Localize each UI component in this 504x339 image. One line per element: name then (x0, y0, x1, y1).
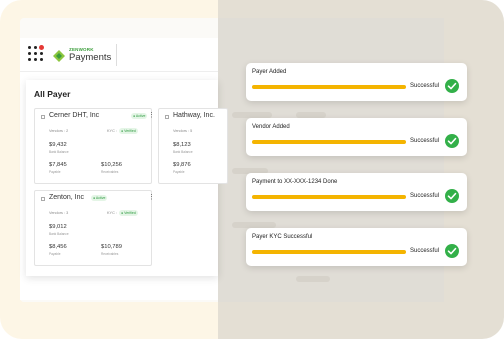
select-checkbox[interactable] (165, 115, 169, 119)
app-grid-icon[interactable] (28, 45, 44, 62)
payable-value: $9,876 (173, 162, 191, 168)
receivables-label: Receivables (101, 252, 119, 256)
status-badge: ● Active (131, 113, 148, 119)
payable-label: Payable (173, 170, 185, 174)
zenwork-logo-icon (53, 50, 65, 62)
top-bar: ZENWORK Payments (20, 38, 218, 72)
bank-balance-label: Bank Balance (49, 232, 69, 236)
payer-name: Hathway, Inc. (173, 112, 215, 119)
bank-balance-label: Bank Balance (173, 150, 193, 154)
notification-title: Payer KYC Successful (252, 234, 313, 240)
kyc-badge: ● Verified (119, 210, 138, 216)
notification-payment-done: Payment to XX-XXX-1234 Done Successful (246, 173, 467, 211)
divider (116, 44, 117, 66)
brand-name: Payments (69, 52, 112, 63)
payer-card[interactable]: Hathway, Inc. Vendors : 5 $8,123 Bank Ba… (158, 108, 228, 184)
select-checkbox[interactable] (41, 197, 45, 201)
progress-bar (252, 140, 406, 144)
payable-value: $8,456 (49, 244, 67, 250)
payer-card[interactable]: Zenton, Inc ● Active ⋮ Vendors : 3 KYC :… (34, 190, 155, 266)
notification-title: Payer Added (252, 69, 287, 75)
vendors-count: Vendors : 3 (49, 211, 69, 215)
all-payer-panel: All Payer Cerner DHT, Inc ● Active ⋮ Ven… (26, 80, 228, 276)
payable-value: $7,845 (49, 162, 67, 168)
payable-label: Payable (49, 252, 61, 256)
notification-status: Successful (410, 138, 440, 144)
check-icon (445, 134, 459, 148)
payable-label: Payable (49, 170, 61, 174)
progress-bar (252, 250, 406, 254)
more-options-icon[interactable]: ⋮ (148, 193, 155, 201)
payer-name: Zenton, Inc (49, 194, 85, 201)
check-icon (445, 244, 459, 258)
panel-title: All Payer (34, 89, 71, 99)
notification-title: Vendor Added (252, 124, 290, 130)
status-badge: ● Active (91, 195, 108, 201)
bank-balance-value: $9,012 (49, 224, 67, 230)
notification-kyc-successful: Payer KYC Successful Successful (246, 228, 467, 266)
vendors-count: Vendors : 2 (49, 129, 69, 133)
bank-balance-value: $8,123 (173, 142, 191, 148)
more-options-icon[interactable]: ⋮ (148, 111, 155, 119)
kyc-badge: ● Verified (119, 128, 138, 134)
notification-title: Payment to XX-XXX-1234 Done (252, 179, 338, 185)
receivables-value: $10,789 (101, 244, 122, 250)
receivables-value: $10,256 (101, 162, 122, 168)
payer-card[interactable]: Cerner DHT, Inc ● Active ⋮ Vendors : 2 K… (34, 108, 155, 184)
notification-payer-added: Payer Added Successful (246, 63, 467, 101)
brand-logo[interactable]: ZENWORK Payments (52, 46, 132, 64)
kyc-label: KYC : (107, 129, 117, 133)
notification-vendor-added: Vendor Added Successful (246, 118, 467, 156)
check-icon (445, 79, 459, 93)
progress-bar (252, 85, 406, 89)
notification-status: Successful (410, 83, 440, 89)
progress-bar (252, 195, 406, 199)
bank-balance-label: Bank Balance (49, 150, 69, 154)
bank-balance-value: $9,432 (49, 142, 67, 148)
notification-status: Successful (410, 193, 440, 199)
payer-name: Cerner DHT, Inc (49, 112, 100, 119)
notification-status: Successful (410, 248, 440, 254)
kyc-label: KYC : (107, 211, 117, 215)
vendors-count: Vendors : 5 (173, 129, 193, 133)
receivables-label: Receivables (101, 170, 119, 174)
check-icon (445, 189, 459, 203)
blurred-row (296, 276, 330, 282)
select-checkbox[interactable] (41, 115, 45, 119)
